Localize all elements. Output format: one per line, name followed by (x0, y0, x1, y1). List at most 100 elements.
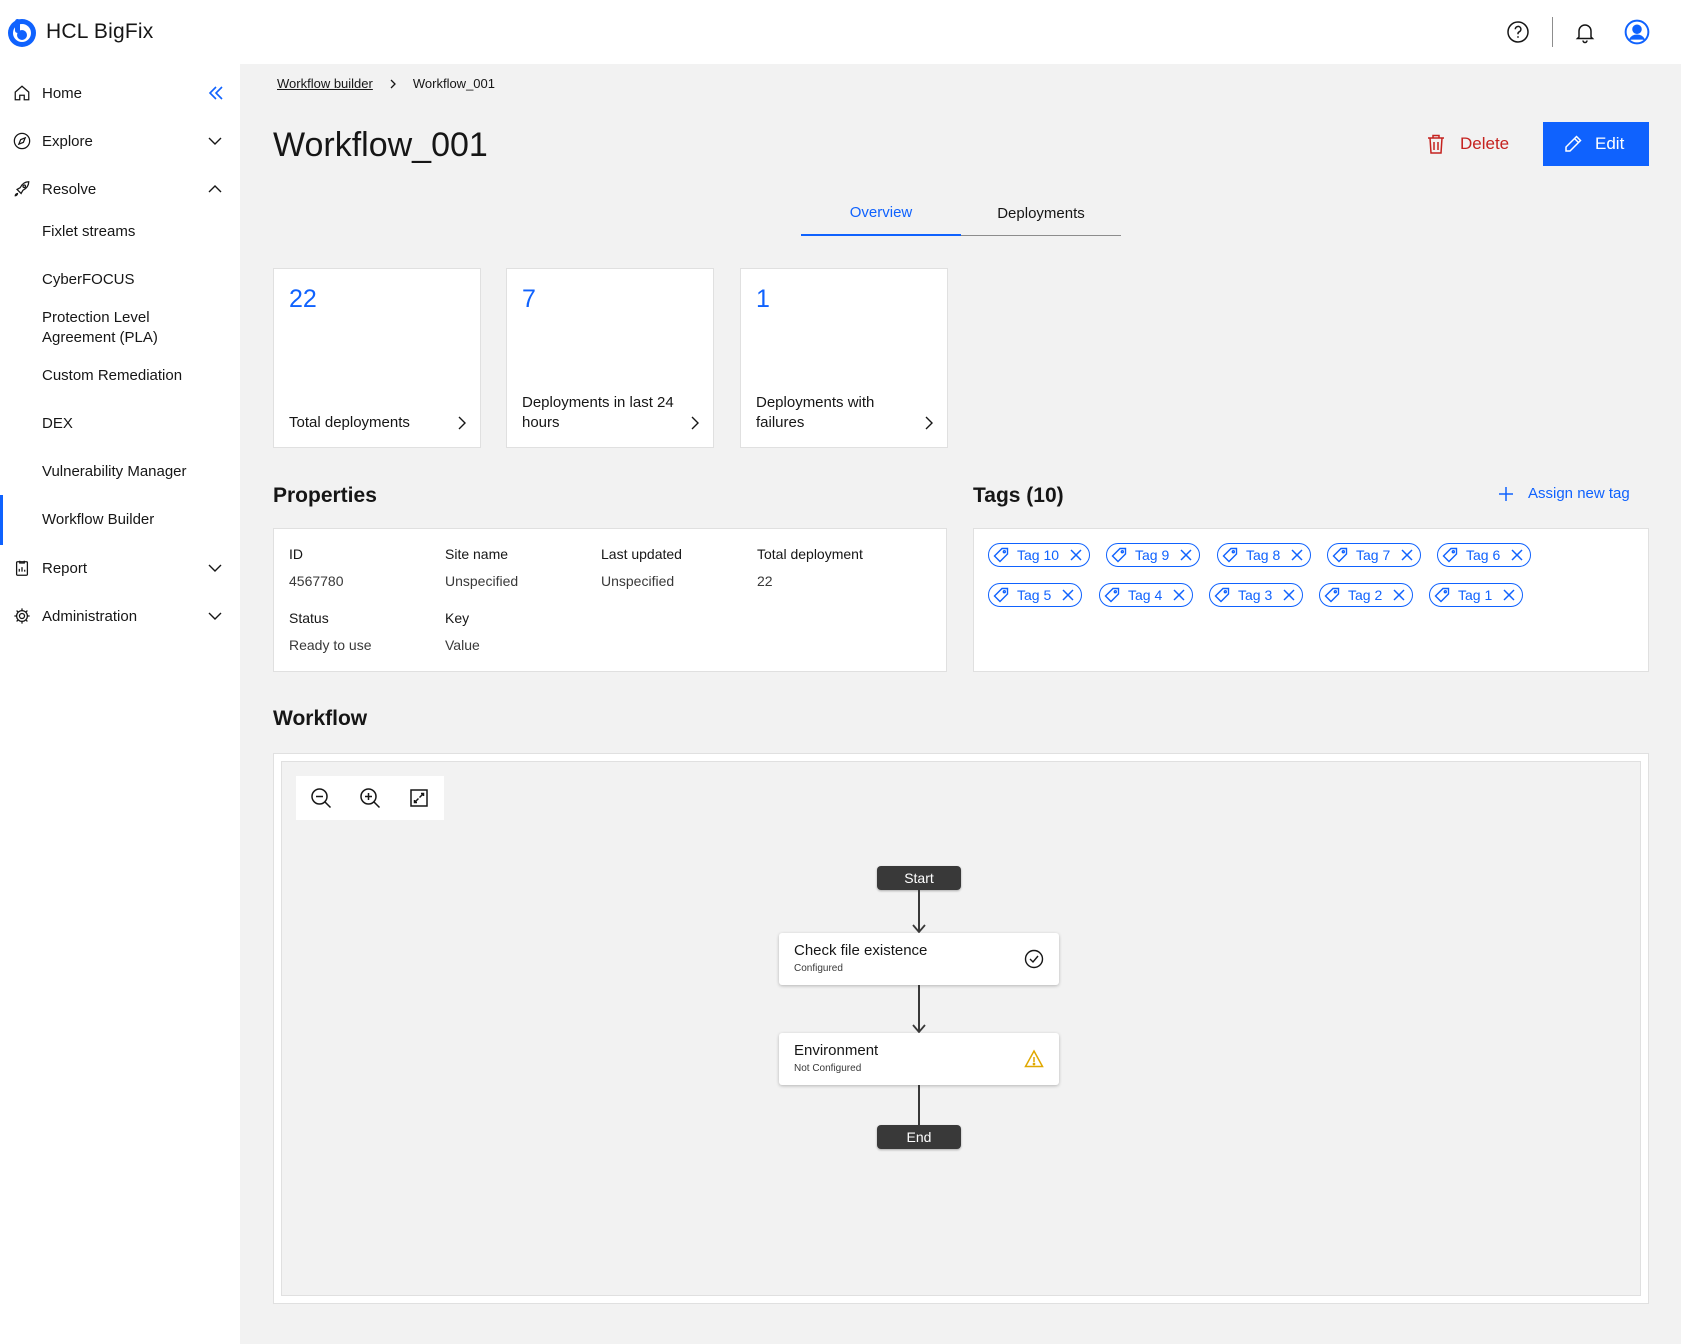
breadcrumb-link-workflow-builder[interactable]: Workflow builder (277, 76, 373, 91)
workflow-step-node[interactable]: Environment Not Configured (779, 1033, 1059, 1085)
top-header: HCL BigFix (0, 0, 1681, 64)
tag-chip[interactable]: Tag 10 (988, 543, 1091, 567)
main-content: Workflow builder Workflow_001 Workflow_0… (240, 64, 1681, 1344)
zoom-out-button[interactable] (296, 776, 345, 820)
close-icon[interactable] (1390, 586, 1408, 604)
workflow-end-node[interactable]: End (877, 1125, 961, 1149)
stat-card-deployments-failures[interactable]: 1 Deployments with failures (740, 268, 948, 448)
tag-chip[interactable]: Tag 7 (1327, 543, 1422, 567)
app-name: HCL BigFix (46, 20, 154, 43)
property-total-deployment: Total deployment 22 (757, 546, 863, 589)
bigfix-logo-icon (8, 19, 36, 47)
app-logo[interactable]: HCL BigFix (6, 16, 153, 48)
notification-bell-icon[interactable] (1571, 18, 1599, 46)
edit-button-label: Edit (1595, 134, 1625, 153)
sidebar-item-home[interactable]: Home (0, 78, 240, 108)
sidebar-item-label: Resolve (42, 180, 97, 198)
tag-chip[interactable]: Tag 6 (1437, 543, 1532, 567)
close-icon[interactable] (1059, 586, 1077, 604)
property-key: Key (445, 610, 470, 626)
chevron-right-icon (390, 79, 396, 88)
fit-screen-icon (410, 789, 429, 807)
sidebar-nav: Home Explore Resolve Fixlet streams Cybe… (0, 64, 240, 1344)
tag-label: Tag 8 (1246, 547, 1281, 563)
collapse-sidebar-icon[interactable] (206, 83, 226, 103)
sidebar-subitem-dex[interactable]: DEX (42, 414, 73, 434)
checkmark-circle-icon (1024, 949, 1044, 969)
chevron-down-icon (208, 564, 222, 572)
sidebar-subitem-workflow-builder[interactable]: Workflow Builder (42, 510, 154, 530)
close-icon[interactable] (1067, 546, 1085, 564)
sidebar-subitem-vulnerability-manager[interactable]: Vulnerability Manager (42, 462, 187, 482)
tag-icon (1111, 547, 1127, 563)
stat-value: 1 (756, 285, 770, 313)
tab-list: Overview Deployments (801, 190, 1121, 236)
tag-label: Tag 2 (1348, 587, 1383, 603)
tag-icon (993, 587, 1009, 603)
tag-label: Tag 7 (1356, 547, 1391, 563)
tag-chip[interactable]: Tag 8 (1217, 543, 1312, 567)
compass-icon (12, 131, 32, 151)
tag-chip[interactable]: Tag 2 (1319, 583, 1414, 607)
sidebar-item-resolve[interactable]: Resolve (0, 174, 240, 204)
properties-panel: ID 4567780 Site name Unspecified Last up… (273, 528, 947, 672)
property-site-name: Site name Unspecified (445, 546, 518, 589)
assign-new-tag-button[interactable]: Assign new tag (1498, 485, 1630, 502)
stat-card-total-deployments[interactable]: 22 Total deployments (273, 268, 481, 448)
close-icon[interactable] (1170, 586, 1188, 604)
tag-chip[interactable]: Tag 5 (988, 583, 1083, 607)
sidebar-subitem-pla[interactable]: Protection Level Agreement (PLA) (42, 308, 182, 348)
chevron-down-icon (208, 137, 222, 145)
step-title: Environment (794, 1042, 879, 1059)
tag-chip[interactable]: Tag 9 (1106, 543, 1201, 567)
property-key: Total deployment (757, 546, 863, 562)
close-icon[interactable] (1508, 546, 1526, 564)
close-icon[interactable] (1288, 546, 1306, 564)
stat-card-deployments-24h[interactable]: 7 Deployments in last 24 hours (506, 268, 714, 448)
property-key: Last updated (601, 546, 682, 562)
gear-icon (12, 606, 32, 626)
sidebar-item-report[interactable]: Report (0, 553, 240, 583)
tag-icon (1434, 587, 1450, 603)
sidebar-subitem-cyberfocus[interactable]: CyberFOCUS (42, 270, 135, 290)
property-key-value: Key Value (445, 610, 480, 653)
sidebar-item-administration[interactable]: Administration (0, 601, 240, 631)
chevron-down-icon (208, 612, 222, 620)
sidebar-item-label: Administration (42, 607, 138, 625)
warning-triangle-icon (1024, 1049, 1044, 1068)
tab-deployments[interactable]: Deployments (961, 190, 1121, 236)
close-icon[interactable] (1177, 546, 1195, 564)
sidebar-subitem-fixlet-streams[interactable]: Fixlet streams (42, 222, 135, 242)
sidebar-item-explore[interactable]: Explore (0, 126, 240, 156)
edit-button[interactable]: Edit (1543, 122, 1649, 166)
user-avatar-icon[interactable] (1623, 18, 1651, 46)
workflow-title: Workflow (273, 707, 368, 730)
close-icon[interactable] (1500, 586, 1518, 604)
tag-chip[interactable]: Tag 4 (1099, 583, 1194, 607)
sidebar-item-label: Explore (42, 132, 93, 150)
tag-chip[interactable]: Tag 1 (1429, 583, 1524, 607)
workflow-canvas[interactable]: Start Check file existence Configured En… (281, 761, 1641, 1296)
report-icon (12, 558, 32, 578)
help-icon[interactable] (1504, 18, 1532, 46)
tag-label: Tag 5 (1017, 587, 1052, 603)
delete-button[interactable]: Delete (1426, 122, 1509, 166)
breadcrumb-current: Workflow_001 (412, 76, 495, 91)
close-icon[interactable] (1280, 586, 1298, 604)
step-status: Configured (794, 963, 843, 974)
tag-chip[interactable]: Tag 3 (1209, 583, 1304, 607)
step-title: Check file existence (794, 942, 928, 959)
workflow-step-node[interactable]: Check file existence Configured (779, 933, 1059, 985)
tab-overview[interactable]: Overview (801, 190, 961, 236)
assign-new-tag-label: Assign new tag (1528, 485, 1630, 502)
fit-to-screen-button[interactable] (395, 776, 444, 820)
close-icon[interactable] (1398, 546, 1416, 564)
workflow-start-node[interactable]: Start (877, 866, 961, 890)
sidebar-subitem-custom-remediation[interactable]: Custom Remediation (42, 366, 182, 386)
stat-value: 7 (522, 285, 536, 313)
stat-label: Total deployments (289, 414, 410, 431)
breadcrumb: Workflow builder Workflow_001 (277, 76, 495, 91)
zoom-in-button[interactable] (345, 776, 394, 820)
tag-icon (1442, 547, 1458, 563)
tag-label: Tag 9 (1135, 547, 1170, 563)
